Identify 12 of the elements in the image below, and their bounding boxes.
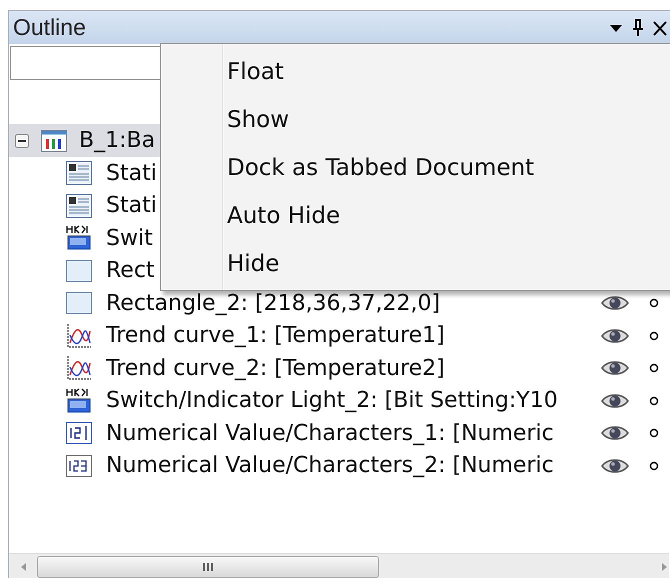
tree-item-label: Numerical Value/Characters_1: [Numeric — [106, 420, 554, 446]
tree-item-label: Trend curve_1: [Temperature1] — [106, 323, 445, 348]
tree-item-label: Trend curve_2: [Temperature2] — [106, 356, 445, 381]
tree-item-label: Rectangle_2: [218,36,37,22,0] — [106, 290, 440, 316]
tree-item-label: Switch/Indicator Light_2: [Bit Setting:Y10 — [106, 388, 558, 414]
tree-item-label: B_1:Ba — [79, 128, 156, 153]
tree-item-label: Stati — [106, 193, 157, 218]
panel-title: Outline — [13, 14, 87, 41]
tree-item-label: Rect — [106, 258, 155, 284]
tree-item-label: Numerical Value/Characters_2: [Numeric — [106, 453, 554, 478]
tree-item-label: Stati — [106, 160, 157, 186]
tree-item-label: Swit — [106, 226, 153, 251]
